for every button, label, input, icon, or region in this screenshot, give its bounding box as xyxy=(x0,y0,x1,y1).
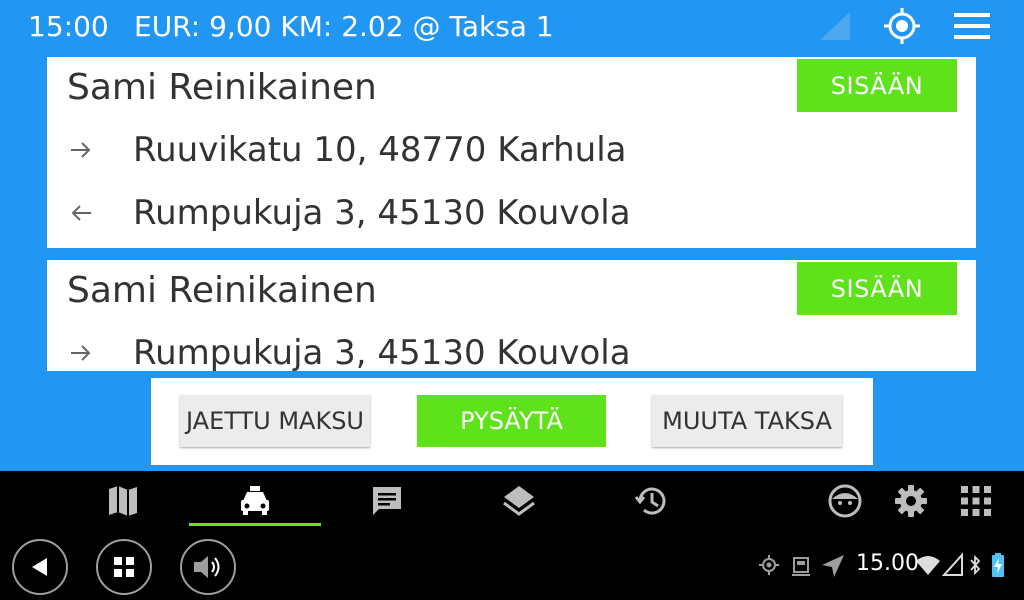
status-time: 15:00 xyxy=(28,10,109,43)
status-bar: 15:00 EUR: 9,00 KM: 2.02 @ Taksa 1 xyxy=(0,0,1024,56)
passenger-name: Sami Reinikainen xyxy=(67,67,377,108)
stop-button[interactable]: PYSÄYTÄ xyxy=(417,395,606,447)
system-time: 15.00 xyxy=(856,551,919,576)
settings-icon[interactable] xyxy=(893,483,929,519)
chat-icon[interactable] xyxy=(369,483,405,519)
wifi-icon xyxy=(916,556,940,575)
volume-icon xyxy=(194,556,220,578)
action-panel: JAETTU MAKSU PYSÄYTÄ MUUTA TAKSA xyxy=(151,378,873,465)
history-icon[interactable] xyxy=(633,483,669,519)
system-bar: 15.00 xyxy=(0,531,1024,600)
arrow-left-icon xyxy=(71,205,91,221)
arrow-right-icon xyxy=(71,345,91,361)
pickup-row: Ruuvikatu 10, 48770 Karhula xyxy=(47,122,976,182)
menu-icon[interactable] xyxy=(952,8,992,44)
passenger-name: Sami Reinikainen xyxy=(67,270,377,311)
board-button[interactable]: SISÄÄN xyxy=(797,59,957,112)
board-button[interactable]: SISÄÄN xyxy=(797,262,957,315)
home-button[interactable] xyxy=(96,539,152,595)
volume-button[interactable] xyxy=(180,539,236,595)
pickup-address: Ruuvikatu 10, 48770 Karhula xyxy=(133,130,627,170)
layers-icon[interactable] xyxy=(501,483,537,519)
cell-signal-icon xyxy=(942,552,963,576)
navigation-arrow-icon xyxy=(822,555,844,577)
bottom-nav xyxy=(0,471,1024,531)
back-button[interactable] xyxy=(12,539,68,595)
fare-info: EUR: 9,00 KM: 2.02 @ Taksa 1 xyxy=(134,10,554,43)
map-icon[interactable] xyxy=(105,483,141,519)
pickup-row: Rumpukuja 3, 45130 Kouvola xyxy=(47,325,976,371)
dropoff-row: Rumpukuja 3, 45130 Kouvola xyxy=(47,185,976,245)
arrow-right-icon xyxy=(71,142,91,158)
shared-payment-button[interactable]: JAETTU MAKSU xyxy=(180,395,370,447)
change-fare-button[interactable]: MUUTA TAKSA xyxy=(652,395,842,447)
face-icon[interactable] xyxy=(827,483,863,519)
gps-icon[interactable] xyxy=(882,6,922,46)
signal-icon xyxy=(820,12,850,40)
battery-icon xyxy=(992,553,1004,577)
back-icon xyxy=(32,558,47,576)
home-grid-icon xyxy=(114,557,134,577)
ride-card-1[interactable]: Sami Reinikainen SISÄÄN Ruuvikatu 10, 48… xyxy=(47,57,976,248)
bluetooth-icon xyxy=(970,554,981,576)
app-screen: 15:00 EUR: 9,00 KM: 2.02 @ Taksa 1 Sami … xyxy=(0,0,1024,471)
apps-grid-icon[interactable] xyxy=(958,483,994,519)
active-tab-indicator xyxy=(189,523,321,526)
taxi-icon[interactable] xyxy=(237,483,273,519)
ride-card-2[interactable]: Sami Reinikainen SISÄÄN Rumpukuja 3, 451… xyxy=(47,260,976,371)
taxi-meter-icon xyxy=(792,557,810,576)
dropoff-address: Rumpukuja 3, 45130 Kouvola xyxy=(133,193,631,233)
pickup-address: Rumpukuja 3, 45130 Kouvola xyxy=(133,333,631,371)
gps-status-icon xyxy=(759,555,779,575)
